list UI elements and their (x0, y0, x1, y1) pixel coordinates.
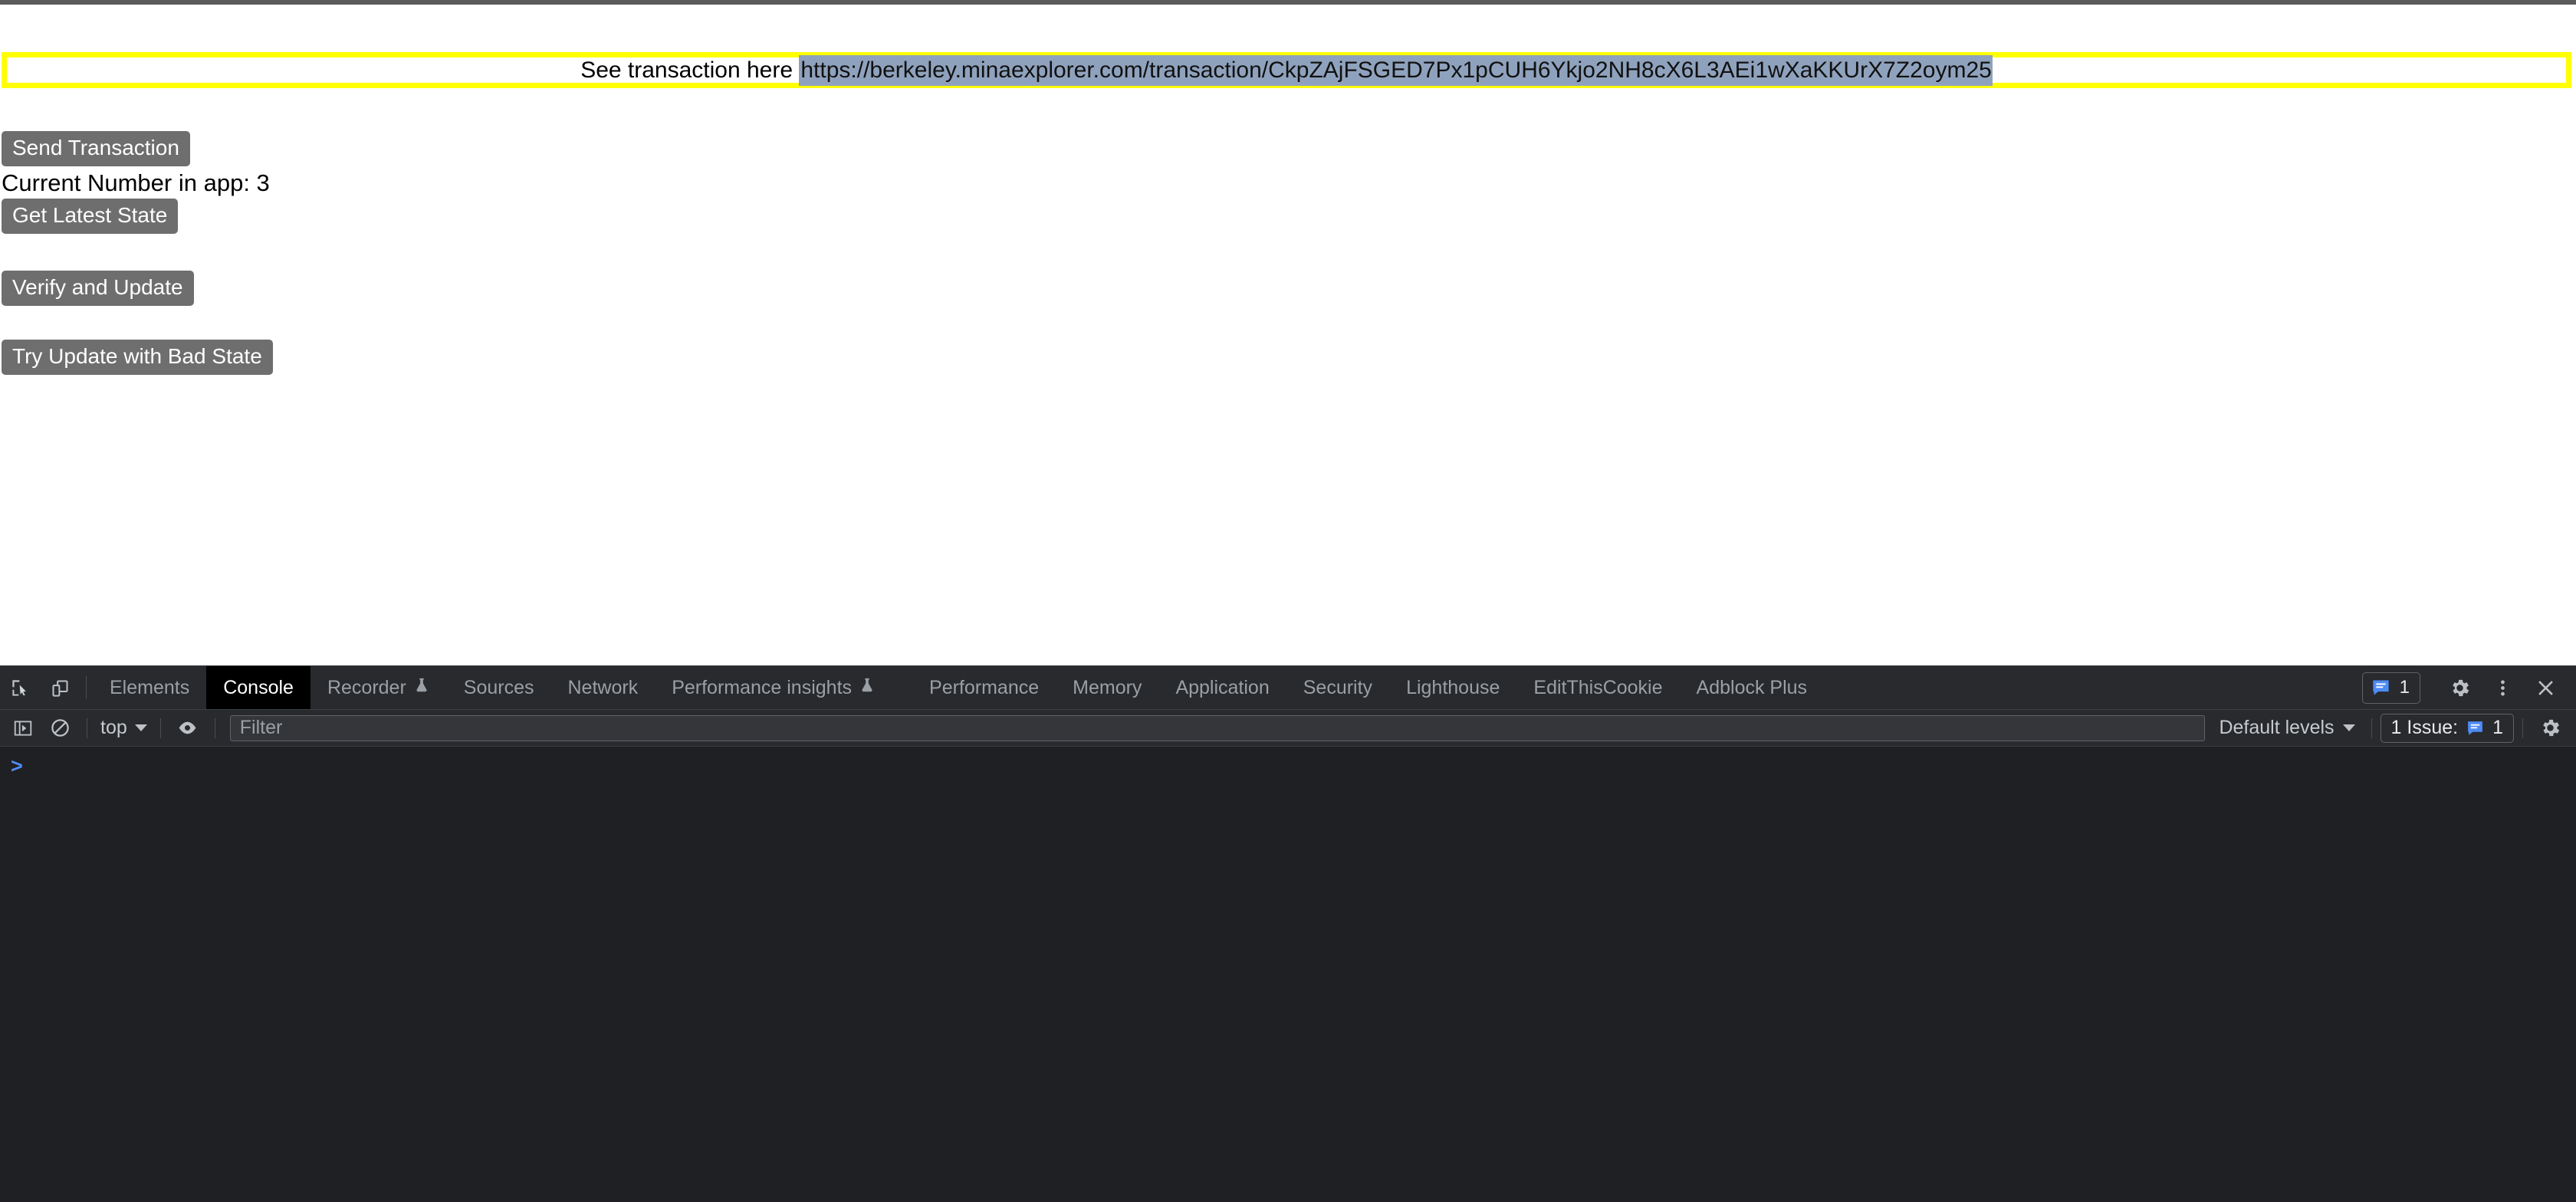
try-update-with-bad-state-button[interactable]: Try Update with Bad State (2, 340, 273, 376)
tab-performance[interactable]: Performance (912, 666, 1056, 709)
transaction-notice-label: See transaction here (580, 57, 800, 83)
transaction-explorer-link[interactable]: https://berkeley.minaexplorer.com/transa… (799, 54, 1993, 86)
experiment-flask-icon (859, 677, 876, 699)
experiment-flask-icon (413, 677, 430, 699)
tab-label: Sources (463, 676, 534, 698)
console-issues-button[interactable]: 1 Issue: 1 (2380, 713, 2514, 743)
devtools-panel: Elements Console Recorder Sources Network Per… (0, 665, 2576, 1202)
tab-label: Elements (110, 676, 190, 698)
tab-performance-insights[interactable]: Performance insights (655, 666, 892, 709)
tab-label: Network (567, 676, 639, 698)
tab-label: Application (1175, 676, 1270, 698)
devtools-tabbar-actions: 1 (2361, 666, 2576, 709)
toolbar-divider (2522, 718, 2523, 738)
console-prompt-row[interactable]: > (0, 747, 2576, 777)
tab-label: EditThisCookie (1533, 676, 1663, 698)
chevron-down-icon (2342, 724, 2355, 731)
console-sidebar-toggle-icon[interactable] (5, 713, 41, 744)
message-bubble-icon (2468, 721, 2482, 735)
tab-label: Adblock Plus (1696, 676, 1808, 698)
close-devtools-icon[interactable] (2525, 677, 2565, 699)
tab-label: Memory (1073, 676, 1142, 698)
console-settings-gear-icon[interactable] (2532, 713, 2568, 744)
execution-context-label: top (100, 717, 127, 738)
tab-application[interactable]: Application (1158, 666, 1286, 709)
verify-and-update-button[interactable]: Verify and Update (2, 271, 194, 307)
live-expression-eye-icon[interactable] (169, 713, 206, 744)
tab-adblock-plus[interactable]: Adblock Plus (1680, 666, 1825, 709)
tab-memory[interactable]: Memory (1056, 666, 1158, 709)
tab-console[interactable]: Console (206, 666, 310, 709)
inspect-element-icon[interactable] (0, 666, 40, 709)
console-command-input[interactable] (23, 756, 2576, 779)
tab-network[interactable]: Network (551, 666, 656, 709)
devtools-tab-list: Elements Console Recorder Sources Network Per… (93, 666, 2362, 709)
message-bubble-icon (2373, 680, 2389, 695)
console-prompt-chevron-icon: > (11, 754, 23, 777)
tab-label: Performance (929, 676, 1040, 698)
tab-editthiscookie[interactable]: EditThisCookie (1516, 666, 1679, 709)
devtools-tabbar: Elements Console Recorder Sources Network Per… (0, 666, 2576, 710)
transaction-notice-text: See transaction here https://berkeley.mi… (580, 54, 1993, 86)
transaction-notice-box: See transaction here https://berkeley.mi… (2, 52, 2571, 88)
console-filter-input[interactable] (229, 714, 2206, 741)
web-page-content: See transaction here https://berkeley.mi… (0, 5, 2576, 665)
log-level-label: Default levels (2219, 717, 2334, 738)
tab-lighthouse[interactable]: Lighthouse (1389, 666, 1516, 709)
tabbar-divider (86, 676, 87, 699)
console-issues-count: 1 (2492, 716, 2503, 738)
tab-label: Performance insights (672, 676, 853, 698)
zkapp-controls: Send Transaction Current Number in app: … (0, 131, 2576, 376)
toolbar-divider (159, 718, 161, 738)
chevron-down-icon (134, 724, 147, 731)
send-transaction-button[interactable]: Send Transaction (2, 131, 190, 166)
tab-elements[interactable]: Elements (93, 666, 206, 709)
console-issues-label: 1 Issue: (2390, 716, 2459, 738)
more-options-kebab-icon[interactable] (2482, 678, 2522, 698)
tab-recorder[interactable]: Recorder (310, 666, 447, 709)
device-toolbar-icon[interactable] (40, 666, 80, 709)
settings-gear-icon[interactable] (2440, 677, 2479, 699)
toolbar-divider (2371, 718, 2372, 738)
tab-label: Security (1303, 676, 1373, 698)
console-output-area[interactable]: > (0, 747, 2576, 1202)
clear-console-icon[interactable] (41, 713, 78, 744)
get-latest-state-button[interactable]: Get Latest State (2, 199, 179, 235)
tab-security[interactable]: Security (1286, 666, 1389, 709)
issues-badge[interactable]: 1 (2361, 672, 2420, 704)
tab-label: Recorder (327, 676, 406, 698)
console-toolbar: top Default levels 1 Issue: 1 (0, 710, 2576, 747)
log-level-selector[interactable]: Default levels (2211, 717, 2362, 739)
tab-label: Console (223, 676, 294, 698)
execution-context-selector[interactable]: top (96, 717, 152, 739)
tab-label: Lighthouse (1406, 676, 1500, 698)
tab-sources[interactable]: Sources (447, 666, 551, 709)
current-number-status: Current Number in app: 3 (2, 169, 270, 196)
issues-badge-count: 1 (2399, 676, 2410, 698)
